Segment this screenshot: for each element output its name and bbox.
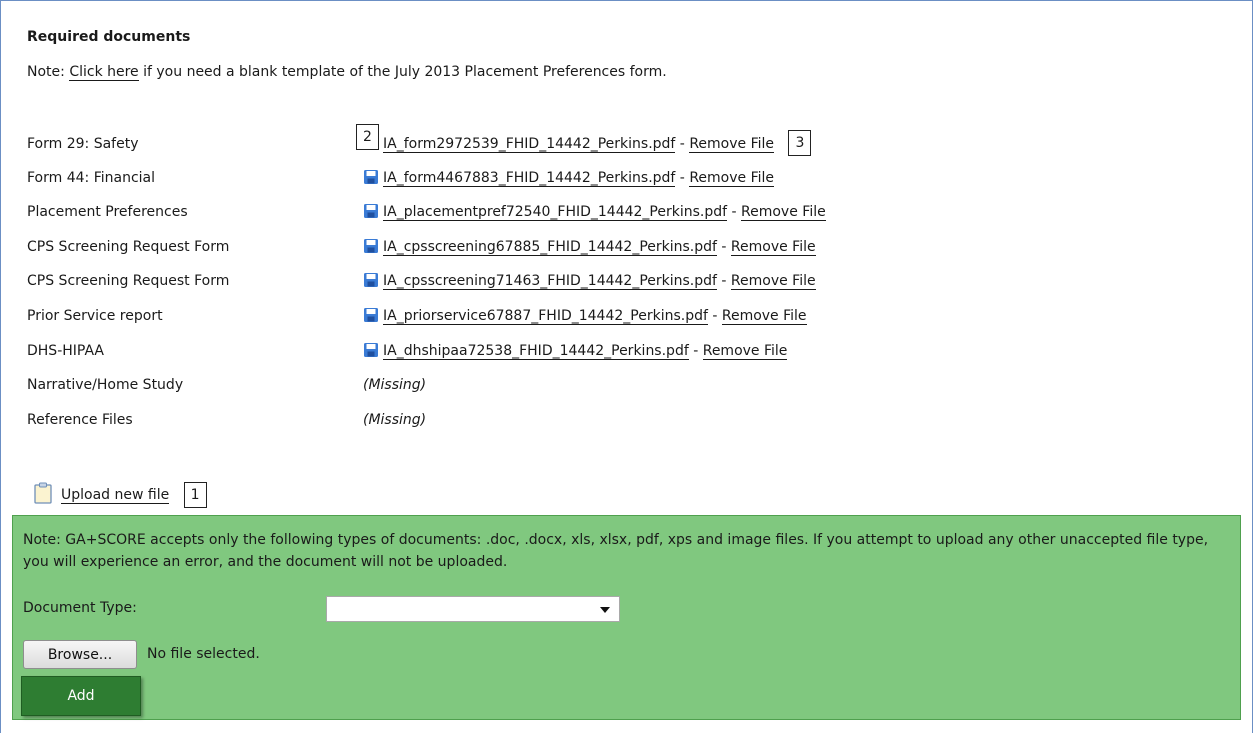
remove-file-link[interactable]: Remove File [702,343,788,360]
missing-status: (Missing) [363,412,427,428]
section-title: Required documents [27,29,191,45]
remove-file-link[interactable]: Remove File [741,204,826,221]
callout-3: 3 [788,130,812,156]
separator: - [707,308,722,324]
document-type-select[interactable] [326,596,620,622]
separator: - [675,136,690,152]
document-row: Narrative/Home Study (Missing) [27,373,426,397]
remove-file-link[interactable]: Remove File [730,239,816,256]
document-row: Placement Preferences IA_placementpref725… [27,200,826,224]
file-type-note: Note: GA+SCORE accepts only the followin… [23,532,1209,570]
remove-file-link[interactable]: Remove File [689,170,775,187]
floppy-disk-icon [364,239,378,253]
file-link[interactable]: IA_dhshipaa72538_FHID_14442_Perkins.pdf [383,343,689,360]
floppy-disk-icon [364,308,378,322]
document-label: CPS Screening Request Form [27,273,230,289]
click-here-link[interactable]: Click here [69,64,139,81]
document-label: Narrative/Home Study [27,377,184,393]
separator: - [727,204,742,220]
browse-button[interactable]: Browse... [23,640,137,669]
floppy-disk-icon [364,204,378,218]
note-prefix: Note: [27,64,70,80]
file-link[interactable]: IA_cpsscreening71463_FHID_14442_Perkins.… [383,273,717,290]
document-row: Reference Files (Missing) [27,408,426,432]
document-row: CPS Screening Request Form IA_cpsscreenin… [27,235,816,259]
callout-1: 1 [183,482,207,508]
file-link[interactable]: IA_priorservice67887_FHID_14442_Perkins.… [383,308,708,325]
document-label: Prior Service report [27,308,163,324]
add-button[interactable]: Add [21,676,141,716]
floppy-disk-icon [364,343,378,357]
file-link[interactable]: IA_form2972539_FHID_14442_Perkins.pdf [383,136,676,153]
dropdown-arrow-icon [600,607,610,613]
remove-file-link[interactable]: Remove File [689,136,775,153]
document-row: Prior Service report IA_priorservice67887… [27,304,807,328]
file-link[interactable]: IA_form4467883_FHID_14442_Perkins.pdf [383,170,676,187]
document-label: DHS-HIPAA [27,343,104,359]
upload-row: Upload new file 1 [33,480,207,510]
clipboard-icon [34,482,52,504]
separator: - [675,170,690,186]
note-suffix: if you need a blank template of the July… [138,64,667,80]
document-row: DHS-HIPAA IA_dhshipaa72538_FHID_14442_Per… [27,339,788,363]
floppy-disk-icon [364,170,378,184]
separator: - [716,273,731,289]
document-label: CPS Screening Request Form [27,239,230,255]
upload-form-panel: Note: GA+SCORE accepts only the followin… [12,515,1241,720]
document-label: Reference Files [27,412,133,428]
document-label: Form 44: Financial [27,170,156,186]
document-row: Form 44: Financial IA_form4467883_FHID_14… [27,166,775,190]
document-row: CPS Screening Request Form IA_cpsscreenin… [27,269,816,293]
no-file-selected-text: No file selected. [147,646,260,662]
remove-file-link[interactable]: Remove File [730,273,816,290]
document-label: Form 29: Safety [27,136,139,152]
missing-status: (Missing) [363,377,427,393]
remove-file-link[interactable]: Remove File [721,308,807,325]
file-link[interactable]: IA_cpsscreening67885_FHID_14442_Perkins.… [383,239,717,256]
callout-2: 2 [356,124,379,150]
separator: - [716,239,731,255]
template-note: Note: Click here if you need a blank tem… [27,64,667,81]
document-type-label: Document Type: [23,600,137,616]
document-row: Form 29: Safety 2 IA_form2972539_FHID_1444… [27,124,812,156]
document-label: Placement Preferences [27,204,188,220]
file-link[interactable]: IA_placementpref72540_FHID_14442_Perkins… [383,204,728,221]
separator: - [688,343,703,359]
upload-new-file-link[interactable]: Upload new file [61,487,170,504]
floppy-disk-icon [364,273,378,287]
